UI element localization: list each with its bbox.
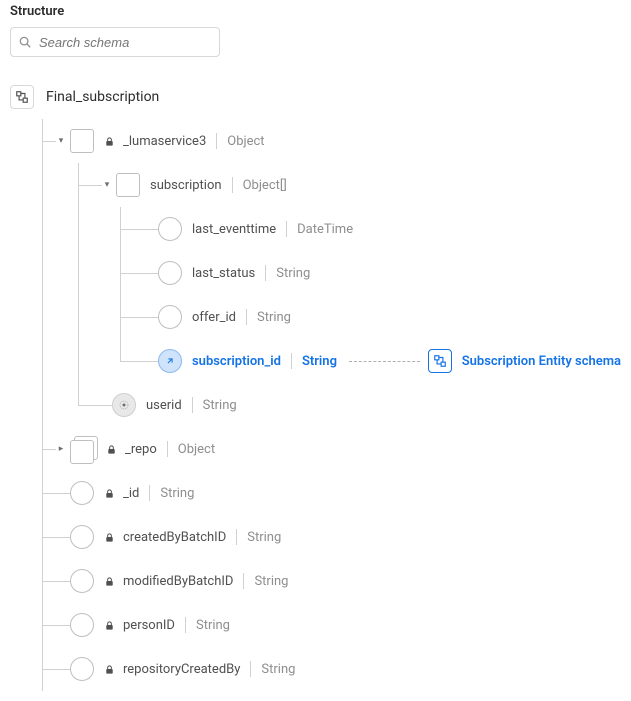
tree-node-person-id[interactable]: personID String xyxy=(10,603,621,647)
relationship-icon xyxy=(158,349,182,373)
field-type: String xyxy=(196,618,230,633)
relationship-label[interactable]: Subscription Entity schema xyxy=(462,354,621,369)
lock-icon xyxy=(104,532,115,543)
root-name: Final_subscription xyxy=(46,89,159,105)
field-type: String xyxy=(160,486,194,501)
field-type: String xyxy=(276,266,310,281)
relationship-line xyxy=(349,361,420,362)
lock-icon xyxy=(104,620,115,631)
schema-tree: Final_subscription ▾ _lumaservice3 Objec… xyxy=(10,75,621,691)
field-type: String xyxy=(257,310,291,325)
chevron-down-icon[interactable]: ▾ xyxy=(102,180,112,190)
field-type: String xyxy=(247,530,281,545)
scalar-icon xyxy=(158,261,182,285)
field-type: String xyxy=(203,398,237,413)
field-name: repositoryCreatedBy xyxy=(123,662,240,677)
divider xyxy=(246,309,247,325)
scalar-icon xyxy=(70,481,94,505)
tree-node-modified-by-batch-id[interactable]: modifiedByBatchID String xyxy=(10,559,621,603)
divider xyxy=(185,617,186,633)
chevron-right-icon[interactable]: ▸ xyxy=(56,444,66,454)
panel-title: Structure xyxy=(10,4,621,19)
field-name: subscription xyxy=(150,178,222,193)
scalar-icon xyxy=(158,305,182,329)
divider xyxy=(149,485,150,501)
object-array-icon xyxy=(70,436,96,462)
tree-root[interactable]: Final_subscription xyxy=(10,75,621,119)
field-type: Object xyxy=(227,134,264,149)
divider xyxy=(216,133,217,149)
field-name: _repo xyxy=(125,442,157,457)
field-name: userid xyxy=(146,398,182,413)
search-icon xyxy=(18,35,32,49)
field-type: Object[] xyxy=(243,178,287,193)
scalar-icon xyxy=(70,657,94,681)
field-name: createdByBatchID xyxy=(123,530,226,545)
tree-node-repo[interactable]: ▸ _repo Object xyxy=(10,427,621,471)
field-type: String xyxy=(254,574,288,589)
identity-icon xyxy=(112,393,136,417)
field-name: offer_id xyxy=(192,310,236,325)
field-name: personID xyxy=(123,618,175,633)
chevron-down-icon[interactable]: ▾ xyxy=(56,136,66,146)
tree-node-lumaservice3[interactable]: ▾ _lumaservice3 Object xyxy=(10,119,621,163)
search-input[interactable] xyxy=(10,27,220,57)
divider xyxy=(232,177,233,193)
lock-icon xyxy=(104,136,115,147)
divider xyxy=(291,353,292,369)
field-type: String xyxy=(261,662,295,677)
schema-icon xyxy=(10,85,34,109)
field-name: _lumaservice3 xyxy=(123,134,206,149)
lock-icon xyxy=(104,664,115,675)
lock-icon xyxy=(106,444,117,455)
tree-node-repository-created-by[interactable]: repositoryCreatedBy String xyxy=(10,647,621,691)
tree-node-id[interactable]: _id String xyxy=(10,471,621,515)
divider xyxy=(192,397,193,413)
divider xyxy=(250,661,251,677)
tree-node-subscription-id[interactable]: subscription_id String Subscription Enti… xyxy=(10,339,621,383)
field-type: DateTime xyxy=(297,222,353,237)
field-name: last_eventtime xyxy=(192,222,276,237)
divider xyxy=(286,221,287,237)
lock-icon xyxy=(104,576,115,587)
tree-node-userid[interactable]: userid String xyxy=(10,383,621,427)
search-field[interactable] xyxy=(10,27,220,57)
scalar-icon xyxy=(70,613,94,637)
tree-node-created-by-batch-id[interactable]: createdByBatchID String xyxy=(10,515,621,559)
object-icon xyxy=(70,129,94,153)
tree-node-subscription[interactable]: ▾ subscription Object[] xyxy=(10,163,621,207)
field-type: String xyxy=(302,354,337,369)
lock-icon xyxy=(104,488,115,499)
object-icon xyxy=(116,173,140,197)
field-name: last_status xyxy=(192,266,255,281)
field-type: Object xyxy=(178,442,215,457)
field-name: subscription_id xyxy=(192,354,281,369)
tree-node-last-eventtime[interactable]: last_eventtime DateTime xyxy=(10,207,621,251)
scalar-icon xyxy=(70,569,94,593)
tree-node-last-status[interactable]: last_status String xyxy=(10,251,621,295)
field-name: _id xyxy=(123,486,139,501)
divider xyxy=(167,441,168,457)
divider xyxy=(236,529,237,545)
scalar-icon xyxy=(158,217,182,241)
divider xyxy=(243,573,244,589)
schema-ref-icon[interactable] xyxy=(428,349,452,373)
field-name: modifiedByBatchID xyxy=(123,574,233,589)
tree-node-offer-id[interactable]: offer_id String xyxy=(10,295,621,339)
scalar-icon xyxy=(70,525,94,549)
divider xyxy=(265,265,266,281)
